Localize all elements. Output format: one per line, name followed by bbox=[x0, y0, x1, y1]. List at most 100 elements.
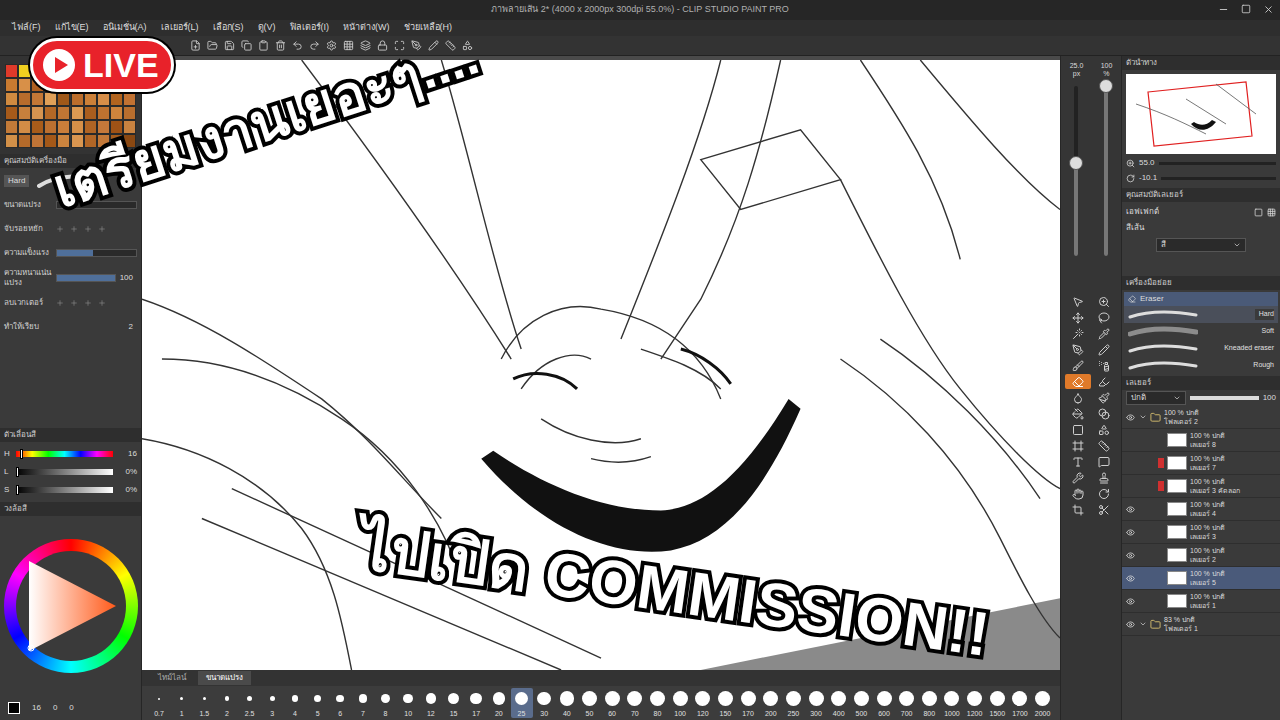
tool-setting[interactable]: ทำให้เรียบ2 bbox=[4, 318, 137, 336]
brush-size-item[interactable]: 1.5 bbox=[193, 688, 215, 718]
color-swatch[interactable] bbox=[44, 120, 57, 134]
brush-size-item[interactable]: 10 bbox=[397, 688, 419, 718]
brush-size-item[interactable]: 6 bbox=[329, 688, 351, 718]
color-swatch[interactable] bbox=[84, 120, 97, 134]
tool-button[interactable] bbox=[1091, 470, 1117, 485]
color-swatch[interactable] bbox=[84, 106, 97, 120]
tool-button[interactable] bbox=[1091, 502, 1117, 517]
color-swatch[interactable] bbox=[31, 120, 44, 134]
command-icon[interactable] bbox=[224, 40, 235, 51]
tool-button[interactable] bbox=[1091, 406, 1117, 421]
tool-button[interactable] bbox=[1091, 486, 1117, 501]
brush-size-item[interactable]: 2000 bbox=[1032, 688, 1054, 718]
layer-row[interactable]: 100 % ปกติโฟลเดอร์ 2 bbox=[1122, 406, 1280, 429]
color-swatch[interactable] bbox=[18, 134, 31, 148]
subtool-item[interactable]: Rough bbox=[1124, 357, 1278, 374]
visibility-eye-icon[interactable] bbox=[1126, 551, 1135, 560]
command-icon[interactable] bbox=[309, 40, 320, 51]
tool-button[interactable] bbox=[1091, 390, 1117, 405]
brush-size-item[interactable]: 17 bbox=[465, 688, 487, 718]
tool-button[interactable] bbox=[1091, 358, 1117, 373]
layer-row[interactable]: 100 % ปกติเลเยอร์ 3 bbox=[1122, 521, 1280, 544]
subtool-group[interactable]: Eraser bbox=[1124, 292, 1278, 306]
color-swatch[interactable] bbox=[110, 106, 123, 120]
setting-steps[interactable] bbox=[56, 225, 137, 233]
brush-size-item[interactable]: 0.7 bbox=[148, 688, 170, 718]
color-swatch[interactable] bbox=[5, 92, 18, 106]
expand-icon[interactable] bbox=[1139, 620, 1147, 628]
channel-handle[interactable] bbox=[20, 449, 23, 459]
color-swatch[interactable] bbox=[5, 64, 18, 78]
brush-size-item[interactable]: 50 bbox=[578, 688, 600, 718]
tool-button[interactable] bbox=[1065, 422, 1091, 437]
menu-item[interactable]: ฟิลเตอร์(I) bbox=[290, 21, 330, 35]
brush-size-item[interactable]: 8 bbox=[375, 688, 397, 718]
brush-size-item[interactable]: 170 bbox=[737, 688, 759, 718]
minimize-icon[interactable] bbox=[1218, 4, 1229, 15]
setting-steps[interactable] bbox=[56, 299, 137, 307]
expand-icon[interactable] bbox=[1139, 413, 1147, 421]
color-swatch[interactable] bbox=[97, 120, 110, 134]
brush-size-item[interactable]: 250 bbox=[782, 688, 804, 718]
navigator-preview[interactable] bbox=[1126, 74, 1276, 154]
visibility-eye-icon[interactable] bbox=[1126, 597, 1135, 606]
close-icon[interactable] bbox=[1263, 4, 1274, 15]
color-swatch[interactable] bbox=[71, 92, 84, 106]
color-swatch[interactable] bbox=[84, 92, 97, 106]
color-swatch[interactable] bbox=[57, 92, 70, 106]
color-swatch[interactable] bbox=[18, 106, 31, 120]
tool-button[interactable] bbox=[1065, 438, 1091, 453]
color-swatch[interactable] bbox=[71, 106, 84, 120]
color-swatch[interactable] bbox=[123, 92, 136, 106]
color-swatch[interactable] bbox=[57, 120, 70, 134]
layer-row[interactable]: 83 % ปกติโฟลเดอร์ 1 bbox=[1122, 613, 1280, 636]
command-icon[interactable] bbox=[241, 40, 252, 51]
color-swatch[interactable] bbox=[71, 134, 84, 148]
menu-item[interactable]: หน้าต่าง(W) bbox=[343, 21, 390, 35]
command-icon[interactable] bbox=[360, 40, 371, 51]
command-icon[interactable] bbox=[326, 40, 337, 51]
brush-size-item[interactable]: 2 bbox=[216, 688, 238, 718]
brush-size-item[interactable]: 500 bbox=[850, 688, 872, 718]
color-dropdown[interactable]: สี bbox=[1156, 238, 1246, 252]
brush-size-item[interactable]: 1700 bbox=[1009, 688, 1031, 718]
tool-button[interactable] bbox=[1065, 470, 1091, 485]
menu-item[interactable]: แก้ไข(E) bbox=[55, 21, 89, 35]
channel-handle[interactable] bbox=[16, 467, 19, 477]
color-swatch[interactable] bbox=[31, 106, 44, 120]
brush-size-item[interactable]: 20 bbox=[488, 688, 510, 718]
brush-size-item[interactable]: 1 bbox=[171, 688, 193, 718]
subtool-item[interactable]: Soft bbox=[1124, 323, 1278, 340]
brush-size-item[interactable]: 30 bbox=[533, 688, 555, 718]
brush-size-item[interactable]: 100 bbox=[669, 688, 691, 718]
setting-slider[interactable] bbox=[56, 249, 137, 257]
tool-button[interactable] bbox=[1091, 422, 1117, 437]
brush-size-item[interactable]: 300 bbox=[805, 688, 827, 718]
brush-size-item[interactable]: 5 bbox=[307, 688, 329, 718]
brush-size-item[interactable]: 800 bbox=[918, 688, 940, 718]
brush-size-item[interactable]: 200 bbox=[760, 688, 782, 718]
color-swatch[interactable] bbox=[110, 92, 123, 106]
color-swatch[interactable] bbox=[57, 106, 70, 120]
visibility-eye-icon[interactable] bbox=[1126, 574, 1135, 583]
color-channel[interactable]: S0% bbox=[4, 484, 137, 496]
visibility-eye-icon[interactable] bbox=[1126, 528, 1135, 537]
tool-button[interactable] bbox=[1065, 486, 1091, 501]
visibility-eye-icon[interactable] bbox=[1126, 505, 1135, 514]
tool-button[interactable] bbox=[1065, 326, 1091, 341]
color-swatch[interactable] bbox=[31, 134, 44, 148]
subtool-item[interactable]: Hard bbox=[1124, 306, 1278, 323]
brush-size-item[interactable]: 4 bbox=[284, 688, 306, 718]
command-icon[interactable] bbox=[190, 40, 201, 51]
tool-button[interactable] bbox=[1065, 342, 1091, 357]
tool-button[interactable] bbox=[1091, 294, 1117, 309]
brush-size-item[interactable]: 70 bbox=[624, 688, 646, 718]
tool-button[interactable] bbox=[1065, 358, 1091, 373]
color-channel[interactable]: L0% bbox=[4, 466, 137, 478]
color-swatch[interactable] bbox=[97, 106, 110, 120]
brush-size-item[interactable]: 400 bbox=[828, 688, 850, 718]
vertical-slider[interactable] bbox=[1104, 86, 1108, 256]
blend-dropdown[interactable]: ปกติ bbox=[1126, 391, 1186, 405]
command-icon[interactable] bbox=[207, 40, 218, 51]
canvas-tab[interactable]: ไทม์ไลน์ bbox=[150, 671, 194, 685]
